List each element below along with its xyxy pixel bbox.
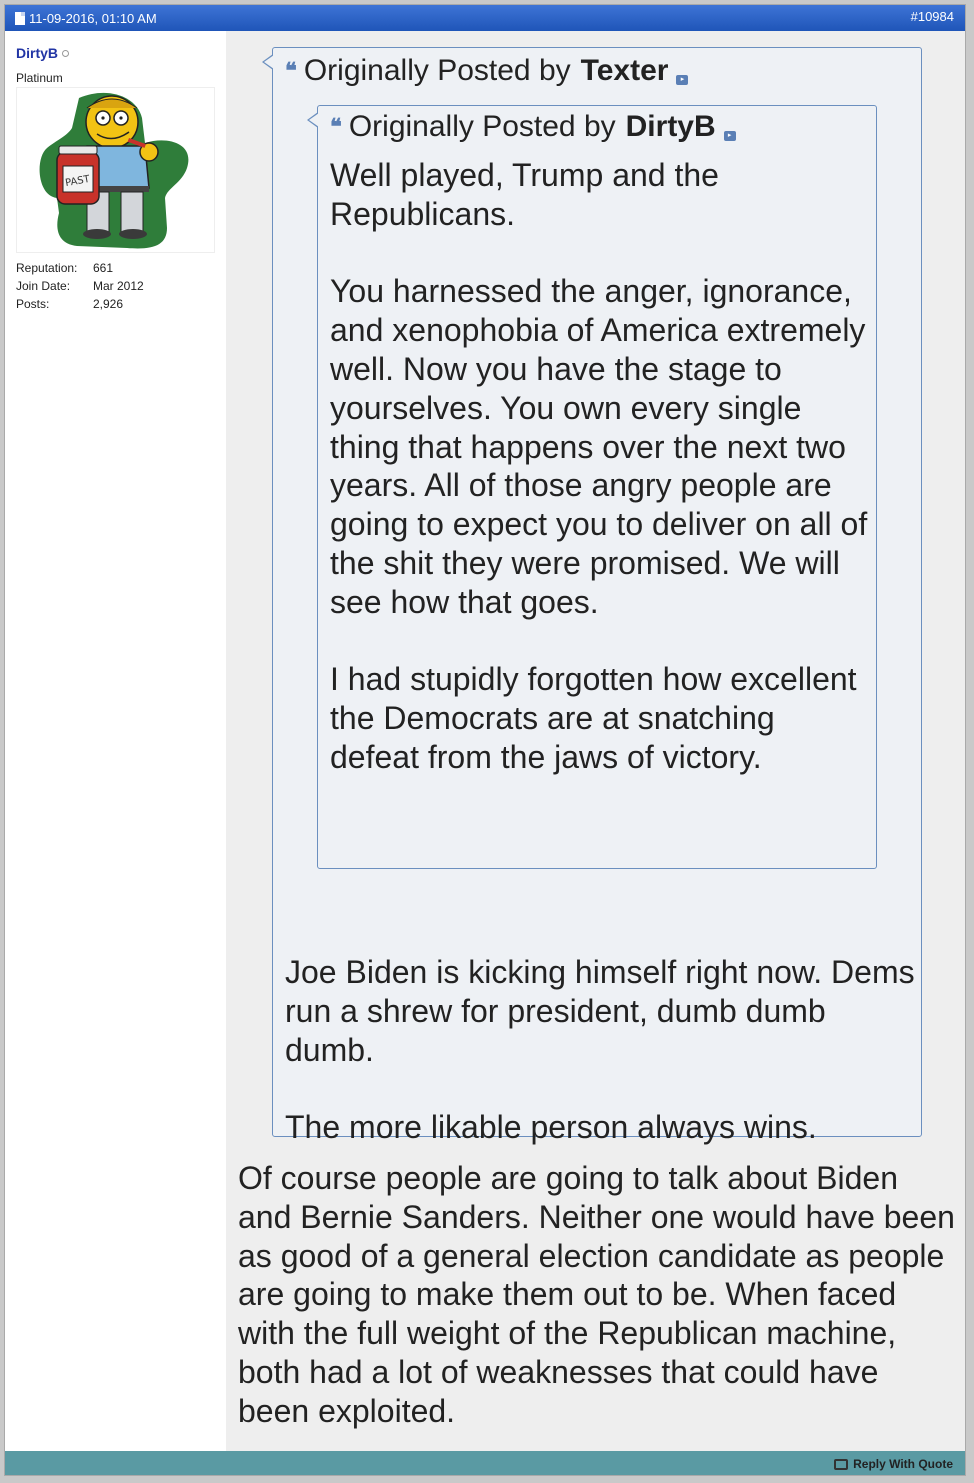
reply-label[interactable]: Reply With Quote [853,1457,953,1471]
outer-quote: ❝ Originally Posted by Texter ▸ ❝ Origin… [262,47,922,1145]
avatar-image: PAST [39,92,189,249]
reply-with-quote-button[interactable]: Reply With Quote [834,1457,953,1471]
user-info-value: 661 [93,261,114,275]
speech-bubble-icon [834,1458,849,1470]
avatar[interactable]: PAST [16,87,215,253]
user-title: Platinum [16,71,63,85]
inner-quote-body: Well played, Trump and the Republicans. … [330,156,870,777]
quote-prefix: Originally Posted by [303,54,571,87]
quote-paragraph: The more likable person always wins. [285,1109,817,1146]
user-info-value: 2,926 [93,297,124,311]
post-number-link[interactable]: #10984 [911,9,954,24]
quote-paragraph: Well played, Trump and the Republicans. [330,157,719,232]
outer-quote-title: ❝ Originally Posted by Texter ▸ [285,54,689,88]
post-message: Of course people are going to talk about… [238,1159,956,1431]
view-post-icon[interactable]: ▸ [676,75,689,85]
offline-status-icon [62,49,70,57]
forum-post: 11-09-2016, 01:10 AM #10984 DirtyB Plati… [4,4,966,1476]
quote-paragraph: Joe Biden is kicking himself right now. … [285,954,915,1068]
user-info-label: Posts: [16,297,50,311]
outer-quote-body: Joe Biden is kicking himself right now. … [285,953,915,1147]
quote-author[interactable]: Texter [581,54,669,88]
user-info-value: Mar 2012 [93,279,144,293]
quote-author[interactable]: DirtyB [626,110,716,144]
inner-quote: ❝ Originally Posted by DirtyB ▸ Well pla… [307,105,877,869]
username-text[interactable]: DirtyB [16,45,58,61]
post-footer: Reply With Quote [5,1451,965,1475]
post-content: ❝ Originally Posted by Texter ▸ ❝ Origin… [226,31,965,1451]
user-info-label: Join Date: [16,279,71,293]
username[interactable]: DirtyB [16,45,70,61]
quote-paragraph: I had stupidly forgotten how excellent t… [330,661,857,775]
inner-quote-title: ❝ Originally Posted by DirtyB ▸ [330,110,736,144]
quote-tail [307,112,319,128]
quote-paragraph: You harnessed the anger, ignorance, and … [330,273,868,620]
user-sidebar: DirtyB Platinum PAST Reputation: 661 Joi… [5,31,226,1451]
view-post-icon[interactable]: ▸ [723,131,736,141]
quote-icon: ❝ [285,58,297,83]
quote-tail [262,54,274,70]
quote-icon: ❝ [330,114,342,139]
quote-prefix: Originally Posted by [348,110,616,143]
post-date: 11-09-2016, 01:10 AM [15,11,157,26]
post-header: 11-09-2016, 01:10 AM #10984 [5,5,965,31]
user-info-label: Reputation: [16,261,78,275]
post-date-text: 11-09-2016, 01:10 AM [29,11,157,26]
message-text: Of course people are going to talk about… [238,1160,955,1429]
post-icon [15,12,25,25]
